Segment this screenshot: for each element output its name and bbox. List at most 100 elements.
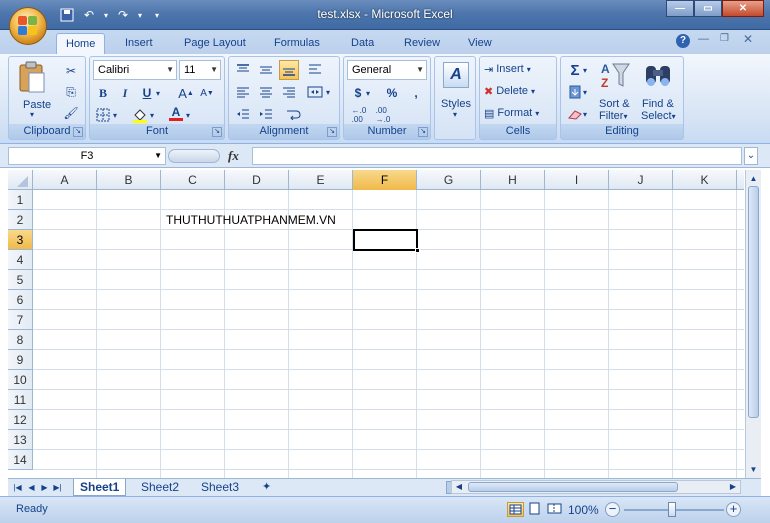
alignment-launcher-icon[interactable]: ↘ <box>327 127 337 137</box>
italic-button[interactable]: I <box>115 83 135 103</box>
merge-dropdown-icon[interactable]: ▾ <box>324 82 332 102</box>
grow-font-icon[interactable]: A ▲ <box>176 83 196 103</box>
sheet-tab-2[interactable]: Sheet2 <box>135 479 185 496</box>
row-header-11[interactable]: 11 <box>8 390 33 410</box>
column-header-h[interactable]: H <box>481 170 545 190</box>
close-button[interactable]: ✕ <box>722 0 764 17</box>
styles-dropdown-icon[interactable]: ▾ <box>453 110 457 119</box>
number-launcher-icon[interactable]: ↘ <box>418 127 428 137</box>
font-size-dropdown[interactable]: 11 ▼ <box>179 60 221 80</box>
shrink-font-icon[interactable]: A ▼ <box>197 83 217 103</box>
merge-center-icon[interactable] <box>305 82 325 102</box>
cell-C2[interactable]: THUTHUTHUATPHANMEM.VN <box>166 212 336 228</box>
decrease-indent-icon[interactable] <box>233 104 253 124</box>
copy-icon[interactable]: ⎘ <box>61 82 81 102</box>
column-header-b[interactable]: B <box>97 170 161 190</box>
percent-button[interactable]: % <box>382 83 402 103</box>
styles-button[interactable]: A Styles ▾ <box>439 60 473 122</box>
delete-cells-button[interactable]: ✖ Delete ▾ <box>484 82 554 100</box>
tab-home[interactable]: Home <box>56 33 106 54</box>
increase-indent-icon[interactable] <box>256 104 276 124</box>
tab-insert[interactable]: Insert <box>116 33 162 54</box>
horizontal-scrollbar[interactable]: ◀ ▶ <box>451 480 741 494</box>
column-header-f[interactable]: F <box>353 170 417 190</box>
number-format-dropdown[interactable]: General ▼ <box>347 60 427 80</box>
bold-button[interactable]: B <box>93 83 113 103</box>
maximize-button[interactable]: ▭ <box>694 0 722 17</box>
next-sheet-icon[interactable]: ▶ <box>39 481 50 494</box>
column-header-g[interactable]: G <box>417 170 481 190</box>
paste-button[interactable]: Paste ▾ <box>17 61 51 121</box>
zoom-in-icon[interactable]: + <box>726 502 741 517</box>
ribbon-minimize-icon[interactable]: — <box>698 33 709 45</box>
zoom-slider-thumb[interactable] <box>668 502 676 517</box>
scroll-up-icon[interactable]: ▲ <box>747 172 760 185</box>
tab-view[interactable]: View <box>459 33 501 54</box>
row-header-6[interactable]: 6 <box>8 290 33 310</box>
prev-sheet-icon[interactable]: ◀ <box>26 481 37 494</box>
sheet-tab-1[interactable]: Sheet1 <box>73 479 127 496</box>
row-header-5[interactable]: 5 <box>8 270 33 290</box>
decrease-decimal-icon[interactable]: .00 →.0 <box>372 105 394 125</box>
sheet-tab-3[interactable]: Sheet3 <box>195 479 245 496</box>
scroll-down-icon[interactable]: ▼ <box>747 463 760 476</box>
insert-function-button[interactable]: fx <box>228 148 239 164</box>
fill-color-dropdown-icon[interactable]: ▾ <box>148 105 156 125</box>
align-top-icon[interactable] <box>233 60 253 80</box>
orientation-icon[interactable] <box>305 60 325 80</box>
row-header-7[interactable]: 7 <box>8 310 33 330</box>
format-cells-button[interactable]: ▤ Format ▾ <box>484 104 554 122</box>
font-color-icon[interactable]: A <box>166 103 186 123</box>
align-middle-icon[interactable] <box>256 60 276 80</box>
zoom-level[interactable]: 100% <box>568 503 599 517</box>
wrap-text-icon[interactable] <box>284 104 304 124</box>
comma-button[interactable]: , <box>406 83 426 103</box>
worksheet-grid[interactable]: ABCDEFGHIJK THUTHUTHUATPHANMEM.VN 123456… <box>8 170 744 478</box>
column-header-k[interactable]: K <box>673 170 737 190</box>
last-sheet-icon[interactable]: ▶| <box>52 481 63 494</box>
sort-filter-button[interactable]: A Z Sort & Filter▾ <box>597 60 637 122</box>
cut-icon[interactable]: ✂ <box>61 61 81 81</box>
row-header-1[interactable]: 1 <box>8 190 33 210</box>
row-header-12[interactable]: 12 <box>8 410 33 430</box>
font-name-dropdown[interactable]: Calibri ▼ <box>93 60 177 80</box>
ribbon-restore-icon[interactable]: ❐ <box>720 33 729 44</box>
format-painter-icon[interactable]: 🖌 <box>61 103 81 123</box>
fill-handle[interactable] <box>415 248 420 253</box>
underline-dropdown-icon[interactable]: ▾ <box>154 83 162 103</box>
fill-dropdown-icon[interactable]: ▾ <box>581 82 589 102</box>
align-right-icon[interactable] <box>279 82 299 102</box>
column-header-c[interactable]: C <box>161 170 225 190</box>
align-center-icon[interactable] <box>256 82 276 102</box>
scroll-left-icon[interactable]: ◀ <box>453 481 465 493</box>
clipboard-launcher-icon[interactable]: ↘ <box>73 127 83 137</box>
column-header-j[interactable]: J <box>609 170 673 190</box>
increase-decimal-icon[interactable]: ←.0.00 <box>348 105 370 125</box>
select-all-button[interactable] <box>8 170 33 190</box>
paste-dropdown-icon[interactable]: ▾ <box>30 110 34 119</box>
align-left-icon[interactable] <box>233 82 253 102</box>
scroll-right-icon[interactable]: ▶ <box>727 481 739 493</box>
borders-dropdown-icon[interactable]: ▾ <box>111 105 119 125</box>
row-header-8[interactable]: 8 <box>8 330 33 350</box>
first-sheet-icon[interactable]: |◀ <box>12 481 23 494</box>
row-header-4[interactable]: 4 <box>8 250 33 270</box>
chevron-down-icon[interactable]: ▼ <box>154 148 162 164</box>
normal-view-button[interactable] <box>507 502 524 517</box>
column-header-i[interactable]: I <box>545 170 609 190</box>
font-launcher-icon[interactable]: ↘ <box>212 127 222 137</box>
autosum-dropdown-icon[interactable]: ▾ <box>581 60 589 80</box>
minimize-button[interactable]: — <box>666 0 694 17</box>
help-icon[interactable]: ? <box>676 34 690 48</box>
clear-dropdown-icon[interactable]: ▾ <box>581 104 589 124</box>
column-header-d[interactable]: D <box>225 170 289 190</box>
workbook-close-icon[interactable]: ✕ <box>743 32 753 46</box>
column-header-e[interactable]: E <box>289 170 353 190</box>
horizontal-scroll-thumb[interactable] <box>468 482 678 492</box>
formula-expand-handle[interactable] <box>168 149 220 163</box>
row-header-10[interactable]: 10 <box>8 370 33 390</box>
currency-dropdown-icon[interactable]: ▾ <box>364 83 372 103</box>
formula-bar-expand-icon[interactable]: ⌄ <box>744 147 758 165</box>
row-header-2[interactable]: 2 <box>8 210 33 230</box>
tab-data[interactable]: Data <box>342 33 383 54</box>
